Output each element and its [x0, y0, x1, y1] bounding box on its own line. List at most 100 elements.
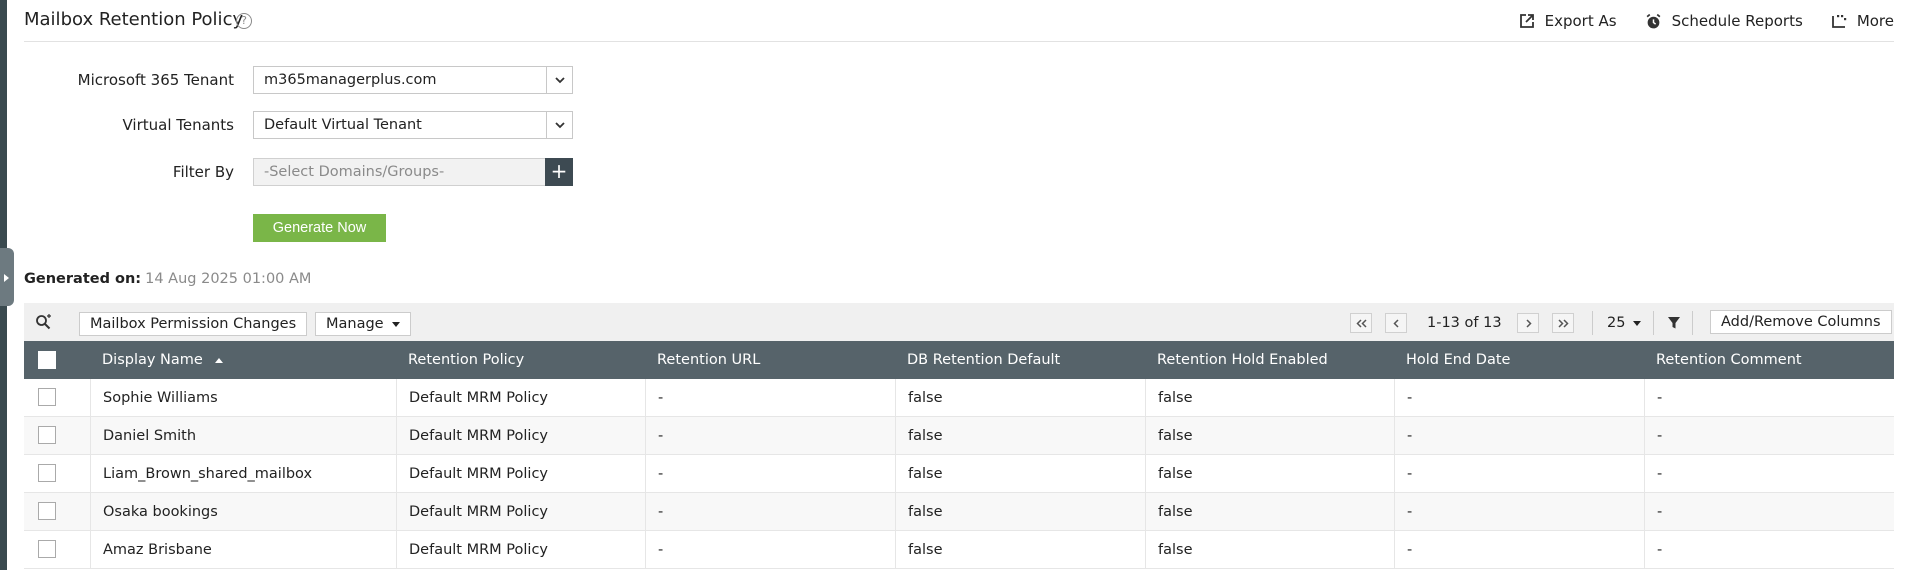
column-db-retention-default[interactable]: DB Retention Default — [907, 341, 1060, 379]
column-display-name[interactable]: Display Name — [102, 341, 224, 379]
chevron-down-icon[interactable] — [546, 67, 572, 93]
first-page-button[interactable] — [1350, 313, 1372, 333]
table-cell: false — [895, 379, 1145, 417]
tenant-select[interactable]: m365managerplus.com — [253, 66, 573, 94]
virtual-tenant-row: Virtual Tenants Default Virtual Tenant — [0, 111, 600, 139]
table-cell: Default MRM Policy — [396, 493, 645, 531]
table-cell: - — [1394, 455, 1644, 493]
table-cell: Default MRM Policy — [396, 379, 645, 417]
table-cell: false — [1145, 493, 1394, 531]
page-header: Mailbox Retention Policy ? Export As Sch… — [24, 0, 1894, 42]
column-retention-policy[interactable]: Retention Policy — [408, 341, 524, 379]
add-remove-columns-button[interactable]: Add/Remove Columns — [1710, 310, 1892, 334]
generated-on-value: 14 Aug 2025 01:00 AM — [145, 271, 312, 287]
filter-input[interactable]: -Select Domains/Groups- + — [253, 158, 573, 186]
table-cell: Liam_Brown_shared_mailbox — [90, 455, 396, 493]
row-checkbox[interactable] — [38, 464, 56, 482]
row-checkbox[interactable] — [38, 540, 56, 558]
schedule-reports-label: Schedule Reports — [1671, 12, 1803, 30]
schedule-reports-button[interactable]: Schedule Reports — [1645, 12, 1803, 30]
column-retention-hold-enabled[interactable]: Retention Hold Enabled — [1157, 341, 1328, 379]
manage-label: Manage — [326, 316, 384, 332]
tenant-row: Microsoft 365 Tenant m365managerplus.com — [0, 66, 600, 94]
table-row[interactable]: Sophie Williams Default MRM Policy - false f… — [24, 379, 1894, 417]
select-all-checkbox[interactable] — [38, 351, 56, 369]
table-cell: false — [1145, 455, 1394, 493]
table-cell: false — [895, 493, 1145, 531]
view-selector-button[interactable]: Mailbox Permission Changes — [79, 312, 308, 336]
column-hold-end-date[interactable]: Hold End Date — [1406, 341, 1510, 379]
virtual-tenant-label: Virtual Tenants — [122, 116, 234, 134]
row-checkbox[interactable] — [38, 388, 56, 406]
page-size-value: 25 — [1607, 315, 1626, 331]
next-page-button[interactable] — [1517, 313, 1539, 333]
sort-ascending-icon — [215, 357, 224, 363]
table-cell: - — [1644, 379, 1894, 417]
prev-page-button[interactable] — [1385, 313, 1407, 333]
table-row[interactable]: Amaz Brisbane Default MRM Policy - false fal… — [24, 531, 1894, 569]
generated-on-label: Generated on: — [24, 271, 142, 287]
row-checkbox[interactable] — [38, 502, 56, 520]
page-size-select[interactable]: 25 — [1607, 315, 1642, 331]
manage-button[interactable]: Manage — [315, 312, 412, 336]
pager-range: 1-13 of 13 — [1427, 315, 1502, 331]
table-cell: - — [1394, 493, 1644, 531]
tenant-label: Microsoft 365 Tenant — [77, 71, 234, 89]
caret-down-icon — [1633, 320, 1642, 326]
table-cell: - — [1644, 455, 1894, 493]
table-cell: - — [1394, 379, 1644, 417]
table-cell: false — [1145, 379, 1394, 417]
export-as-label: Export As — [1544, 12, 1617, 30]
filter-funnel-icon[interactable] — [1667, 316, 1681, 330]
virtual-tenant-select-value: Default Virtual Tenant — [264, 117, 422, 133]
toolbar-divider — [1592, 311, 1593, 335]
filter-label: Filter By — [172, 163, 234, 181]
export-icon — [1519, 14, 1534, 28]
table-cell: - — [645, 493, 895, 531]
table-row[interactable]: Liam_Brown_shared_mailbox Default MRM Pol… — [24, 455, 1894, 493]
double-chevron-right-icon — [1557, 318, 1569, 328]
chevron-down-icon[interactable] — [546, 112, 572, 138]
table-row[interactable]: Daniel Smith Default MRM Policy - false fals… — [24, 417, 1894, 455]
table-cell: false — [895, 531, 1145, 569]
table-toolbar: Mailbox Permission Changes Manage 1-13 o… — [24, 303, 1894, 341]
table-header: Display Name Retention Policy Retention … — [24, 341, 1894, 379]
last-page-button[interactable] — [1552, 313, 1574, 333]
virtual-tenant-select[interactable]: Default Virtual Tenant — [253, 111, 573, 139]
table-cell: Osaka bookings — [90, 493, 396, 531]
table-cell: - — [1644, 531, 1894, 569]
more-button[interactable]: More — [1831, 12, 1894, 30]
toolbar-divider — [1653, 311, 1654, 335]
generated-on: Generated on: 14 Aug 2025 01:00 AM — [24, 271, 311, 287]
more-icon — [1831, 15, 1847, 28]
table-cell: false — [1145, 417, 1394, 455]
search-icon[interactable] — [35, 314, 53, 330]
toolbar-divider — [1692, 311, 1693, 335]
table-cell: - — [645, 455, 895, 493]
side-panel-toggle[interactable] — [0, 248, 14, 306]
table-cell: Default MRM Policy — [396, 417, 645, 455]
export-as-button[interactable]: Export As — [1519, 12, 1617, 30]
alarm-clock-icon — [1646, 13, 1660, 28]
more-label: More — [1856, 12, 1894, 30]
caret-down-icon — [392, 321, 401, 327]
table-cell: - — [1644, 417, 1894, 455]
table-cell: Daniel Smith — [90, 417, 396, 455]
table-row[interactable]: Osaka bookings Default MRM Policy - false fa… — [24, 493, 1894, 531]
table-cell: - — [645, 417, 895, 455]
retention-table: Display Name Retention Policy Retention … — [24, 341, 1894, 569]
plus-icon[interactable]: + — [545, 158, 573, 186]
table-cell: false — [1145, 531, 1394, 569]
table-cell: Sophie Williams — [90, 379, 396, 417]
column-retention-comment[interactable]: Retention Comment — [1656, 341, 1802, 379]
tenant-select-value: m365managerplus.com — [264, 72, 437, 88]
row-checkbox[interactable] — [38, 426, 56, 444]
table-body: Sophie Williams Default MRM Policy - false f… — [24, 379, 1894, 569]
generate-now-button[interactable]: Generate Now — [253, 214, 386, 242]
column-retention-url[interactable]: Retention URL — [657, 341, 760, 379]
chevron-left-icon — [1392, 318, 1399, 328]
table-cell: Amaz Brisbane — [90, 531, 396, 569]
question-circle-icon[interactable]: ? — [236, 13, 252, 29]
chevron-right-icon — [1525, 318, 1532, 328]
table-cell: false — [895, 455, 1145, 493]
